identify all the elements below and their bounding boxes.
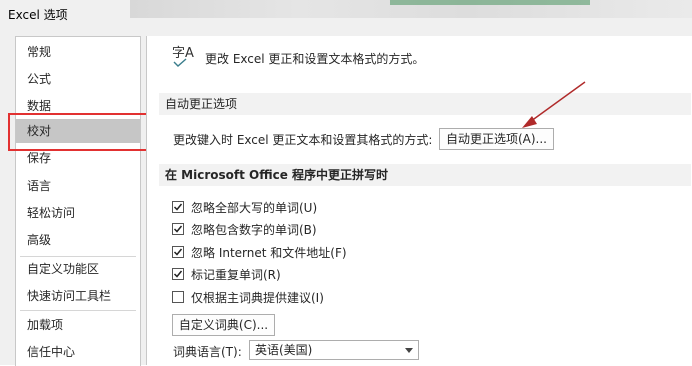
annotation-arrow <box>522 81 586 128</box>
